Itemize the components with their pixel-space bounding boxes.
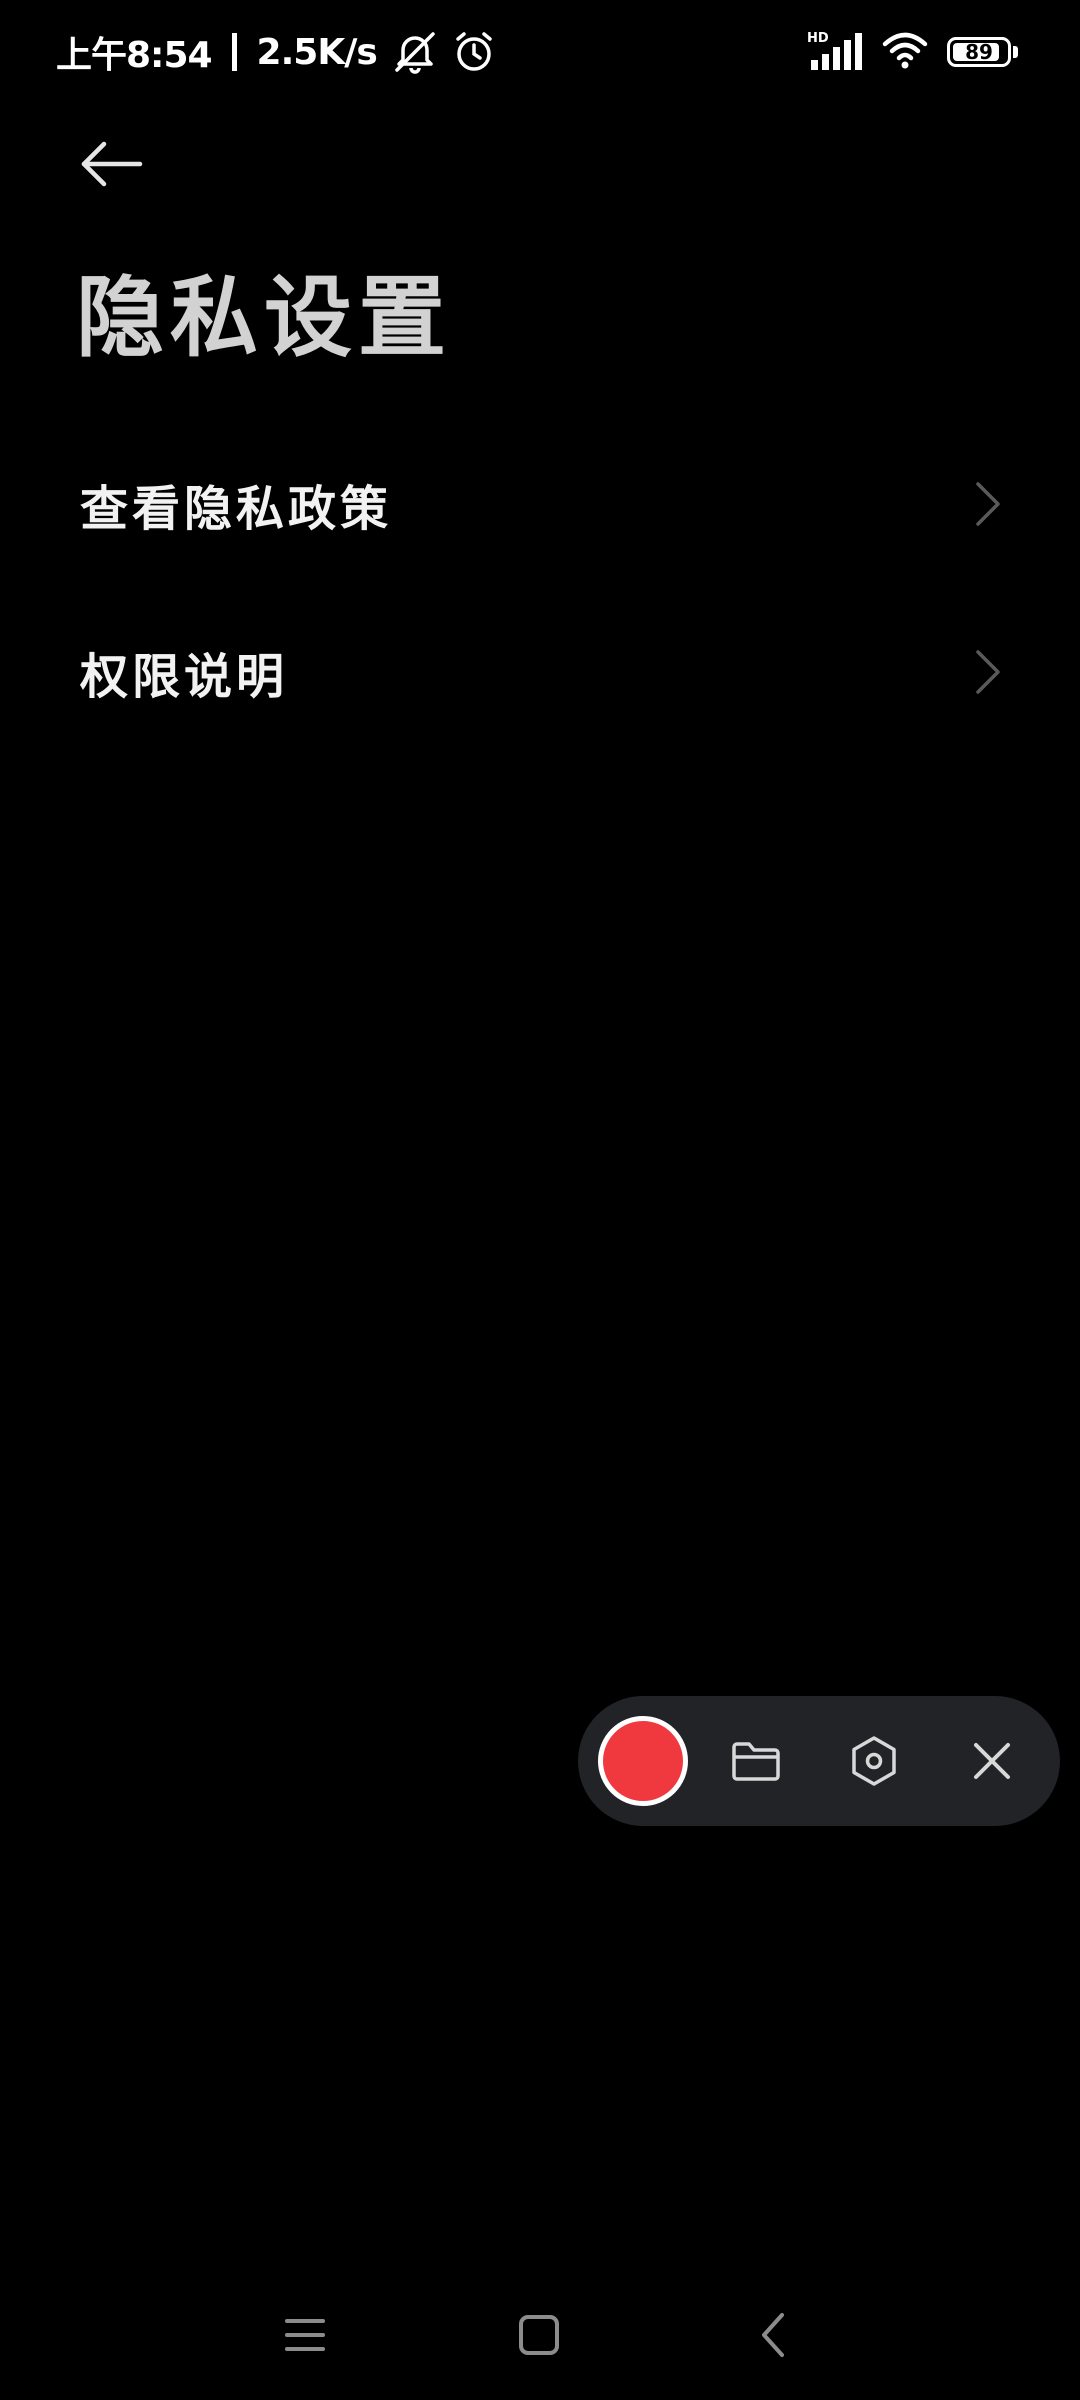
chevron-right-icon [968,646,1008,698]
recordings-folder-button[interactable] [716,1721,796,1801]
menu-item-permissions[interactable]: 权限说明 [0,588,1080,756]
record-button[interactable] [598,1716,688,1806]
system-navigation-bar [0,2280,1080,2390]
status-left: 上午8:54 2.5K/s [56,26,495,78]
arrow-left-icon [81,141,143,187]
close-recorder-button[interactable] [952,1721,1032,1801]
battery-icon: 89 [947,37,1018,67]
battery-level: 89 [965,40,993,64]
alarm-icon [453,30,495,74]
menu-item-privacy-policy[interactable]: 查看隐私政策 [0,420,1080,588]
status-separator [231,33,237,71]
signal-icon: HD [805,30,863,74]
page-title: 隐私设置 [76,265,453,369]
battery-body: 89 [947,37,1011,67]
status-time: 上午8:54 [56,35,213,76]
nav-recent-apps-button[interactable] [260,2290,350,2380]
menu-icon [285,2319,325,2351]
close-icon [974,1743,1010,1779]
status-right: HD 89 [805,30,1018,74]
network-type-label: HD [807,31,829,46]
mute-icon [391,30,439,74]
battery-cap [1013,46,1018,58]
back-button[interactable] [70,122,154,206]
back-icon [762,2313,784,2357]
home-icon [519,2315,559,2355]
hexagon-settings-icon [852,1736,896,1786]
menu-item-label: 查看隐私政策 [80,481,393,537]
recorder-settings-button[interactable] [834,1721,914,1801]
screen-recorder-toolbar [578,1696,1060,1826]
chevron-right-icon [968,478,1008,530]
status-bar: 上午8:54 2.5K/s HD 89 [0,0,1080,104]
settings-list: 查看隐私政策 权限说明 [0,420,1080,756]
menu-item-label: 权限说明 [80,649,289,705]
network-speed: 2.5K/s [256,31,378,73]
wifi-icon [881,30,929,74]
nav-home-button[interactable] [494,2290,584,2380]
nav-back-button[interactable] [728,2290,818,2380]
folder-icon [732,1742,780,1781]
